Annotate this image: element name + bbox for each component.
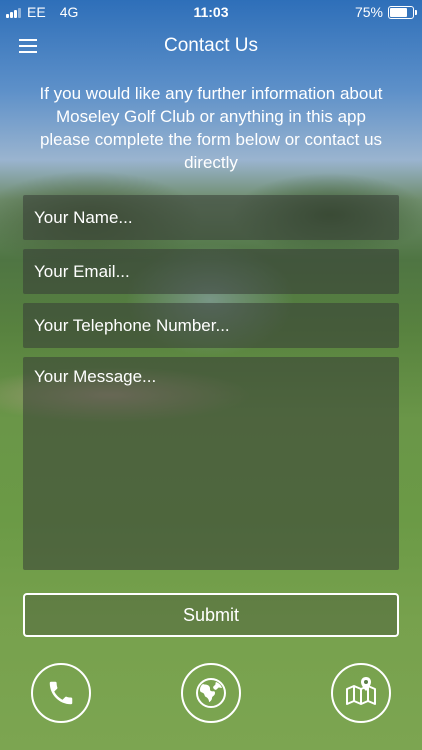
email-input[interactable] (23, 249, 399, 294)
telephone-input[interactable] (23, 303, 399, 348)
battery-icon (388, 5, 417, 19)
message-textarea[interactable] (23, 357, 399, 570)
battery-percent: 75% (354, 4, 383, 20)
battery-fill (390, 7, 407, 17)
page-title: Contact Us (164, 35, 258, 56)
map-button[interactable] (331, 663, 391, 723)
status-right: 75% (354, 4, 417, 20)
status-bar: EE 4G 11:03 75% (0, 0, 422, 24)
website-button[interactable] (181, 663, 241, 723)
call-button[interactable] (31, 663, 91, 723)
name-input[interactable] (23, 195, 399, 240)
phone-icon (49, 681, 73, 705)
globe-icon (196, 678, 226, 708)
intro-text: If you would like any further informatio… (39, 84, 383, 172)
battery-tip (415, 9, 417, 15)
submit-button[interactable]: Submit (23, 593, 399, 637)
map-location-icon (346, 677, 376, 705)
